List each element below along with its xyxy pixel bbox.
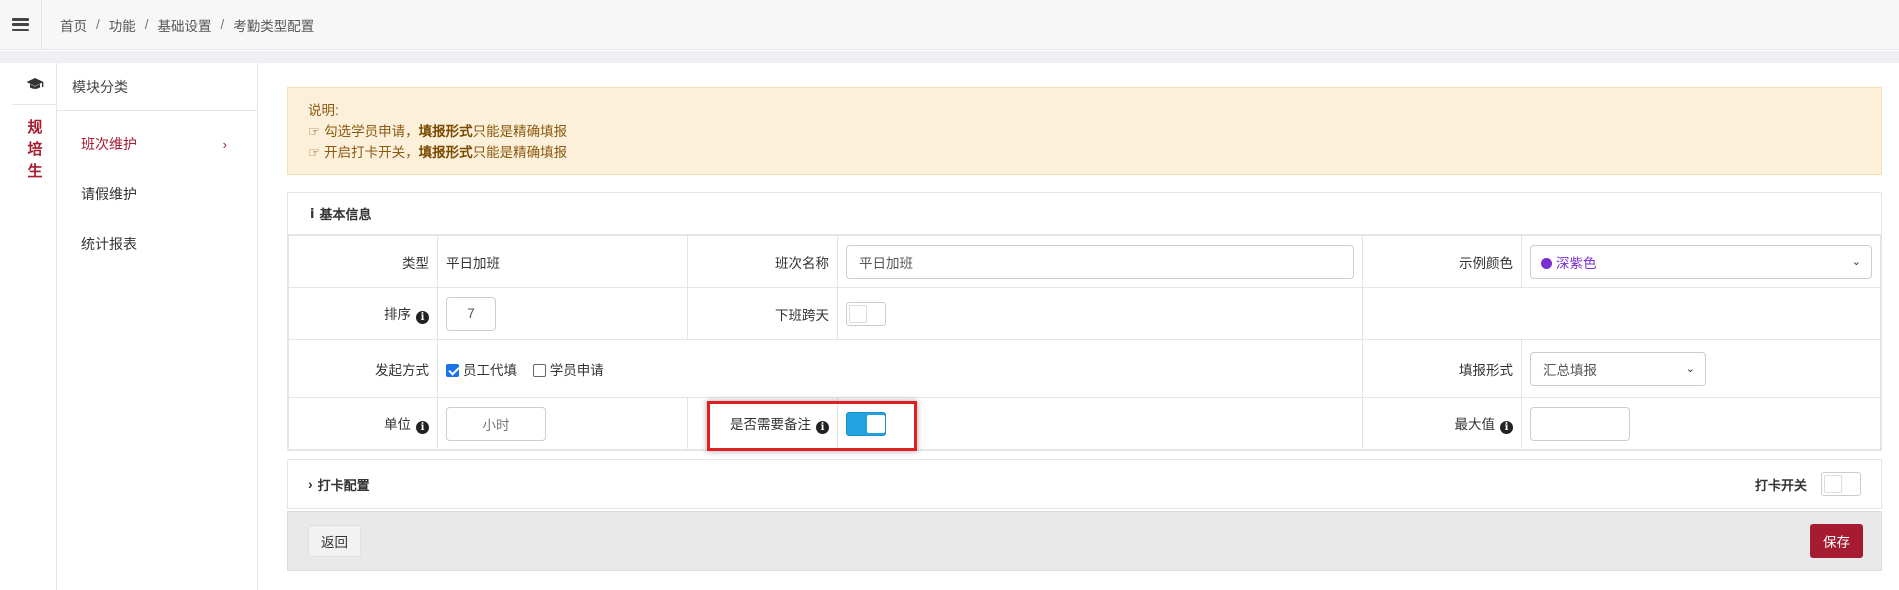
info-icon[interactable]: i — [1500, 421, 1513, 434]
sidebar-item-report[interactable]: 统计报表 — [57, 219, 257, 269]
initiate-label: 发起方式 — [288, 339, 438, 398]
breadcrumb-separator: / — [144, 17, 149, 32]
punch-switch-label: 打卡开关 — [1754, 477, 1807, 493]
sidebar-item-label: 请假维护 — [81, 186, 137, 202]
highlight-box — [707, 401, 917, 451]
sidebar-item-shift[interactable]: 班次维护 › — [57, 119, 257, 169]
basic-info-card: ⅰ 基本信息 类型 平日加班 班次名称 平日加班 示例颜色 深紫色 ⌄ 排序 i… — [287, 192, 1882, 451]
notice-line: ☞ 开启打卡开关，填报形式只能是精确填报 — [308, 142, 1861, 163]
content-gap — [0, 51, 1899, 63]
notice-box: 说明: ☞ 勾选学员申请，填报形式只能是精确填报 ☞ 开启打卡开关，填报形式只能是精… — [287, 87, 1882, 175]
info-icon[interactable]: i — [416, 421, 429, 434]
checkbox-checked-icon[interactable] — [446, 363, 459, 377]
breadcrumb-basic-settings[interactable]: 基础设置 — [158, 15, 212, 35]
notice-title: 说明: — [308, 103, 339, 118]
breadcrumb-current: 考勤类型配置 — [233, 18, 315, 34]
category-rail: 规培生 — [12, 63, 57, 590]
basic-info-header: ⅰ 基本信息 — [288, 193, 1881, 235]
breadcrumb: 首页 / 功能 / 基础设置 / 考勤类型配置 — [42, 15, 314, 35]
main-content: 说明: ☞ 勾选学员申请，填报形式只能是精确填报 ☞ 开启打卡开关，填报形式只能是精… — [287, 87, 1882, 571]
order-label-cell: 排序 i — [288, 287, 438, 340]
breadcrumb-function[interactable]: 功能 — [109, 15, 136, 35]
punch-config-toggle[interactable]: › 打卡配置 — [308, 475, 370, 494]
cross-day-label: 下班跨天 — [687, 287, 838, 340]
order-input[interactable]: 7 — [446, 296, 496, 331]
form-footer: 返回 保存 — [287, 511, 1882, 571]
color-swatch-icon — [1541, 257, 1552, 269]
punch-switch-toggle[interactable] — [1821, 472, 1861, 496]
breadcrumb-home[interactable]: 首页 — [60, 15, 87, 35]
type-value: 平日加班 — [437, 235, 688, 288]
fill-form-label: 填报形式 — [1362, 339, 1522, 398]
sidebar-item-label: 统计报表 — [81, 236, 137, 252]
shift-name-input[interactable]: 平日加班 — [846, 244, 1354, 279]
notice-line: ☞ 勾选学员申请，填报形式只能是精确填报 — [308, 121, 1861, 142]
breadcrumb-separator: / — [220, 17, 225, 32]
unit-input[interactable]: 小时 — [446, 406, 546, 441]
shift-name-label: 班次名称 — [687, 235, 838, 288]
chevron-down-icon: ⌄ — [1851, 256, 1861, 268]
unit-label-cell: 单位 i — [288, 397, 438, 450]
unit-label: 单位 — [384, 417, 411, 432]
breadcrumb-separator: / — [96, 17, 100, 32]
punch-config-section: › 打卡配置 打卡开关 — [287, 459, 1882, 509]
initiate-option-staff[interactable]: 员工代填 — [446, 363, 517, 378]
menu-toggle-button[interactable] — [0, 0, 42, 50]
category-tab-trainee[interactable]: 规培生 — [24, 117, 46, 183]
checkbox-icon[interactable] — [532, 363, 546, 377]
save-button[interactable]: 保存 — [1810, 524, 1863, 558]
module-sidebar: 模块分类 班次维护 › 请假维护 统计报表 — [57, 63, 258, 590]
hand-pointer-icon: ☞ — [308, 124, 321, 139]
chevron-right-icon: › — [308, 476, 313, 492]
order-label: 排序 — [384, 307, 411, 322]
max-value-input[interactable] — [1530, 406, 1630, 441]
initiate-option-trainee[interactable]: 学员申请 — [532, 363, 604, 378]
module-sidebar-title: 模块分类 — [57, 63, 257, 111]
info-icon[interactable]: i — [416, 311, 429, 324]
max-label-cell: 最大值 i — [1362, 397, 1522, 450]
empty-cell — [1362, 287, 1881, 340]
info-icon: ⅰ — [310, 205, 315, 221]
sidebar-item-leave[interactable]: 请假维护 — [57, 169, 257, 219]
chevron-right-icon: › — [222, 136, 227, 152]
basic-info-table: 类型 平日加班 班次名称 平日加班 示例颜色 深紫色 ⌄ 排序 i 7 下班跨天… — [288, 235, 1881, 450]
cross-day-toggle[interactable] — [846, 301, 886, 326]
top-bar: 首页 / 功能 / 基础设置 / 考勤类型配置 — [0, 0, 1899, 50]
graduation-cap-icon — [12, 63, 57, 105]
sidebar-item-label: 班次维护 — [81, 136, 137, 152]
color-select[interactable]: 深紫色 ⌄ — [1530, 244, 1872, 279]
hamburger-icon — [12, 18, 29, 31]
chevron-down-icon: ⌄ — [1685, 363, 1695, 375]
back-button[interactable]: 返回 — [308, 525, 361, 557]
hand-pointer-icon: ☞ — [308, 145, 321, 160]
max-label: 最大值 — [1454, 417, 1496, 432]
color-label: 示例颜色 — [1362, 235, 1522, 288]
type-label: 类型 — [288, 235, 438, 288]
fill-form-select[interactable]: 汇总填报 ⌄ — [1530, 351, 1706, 386]
